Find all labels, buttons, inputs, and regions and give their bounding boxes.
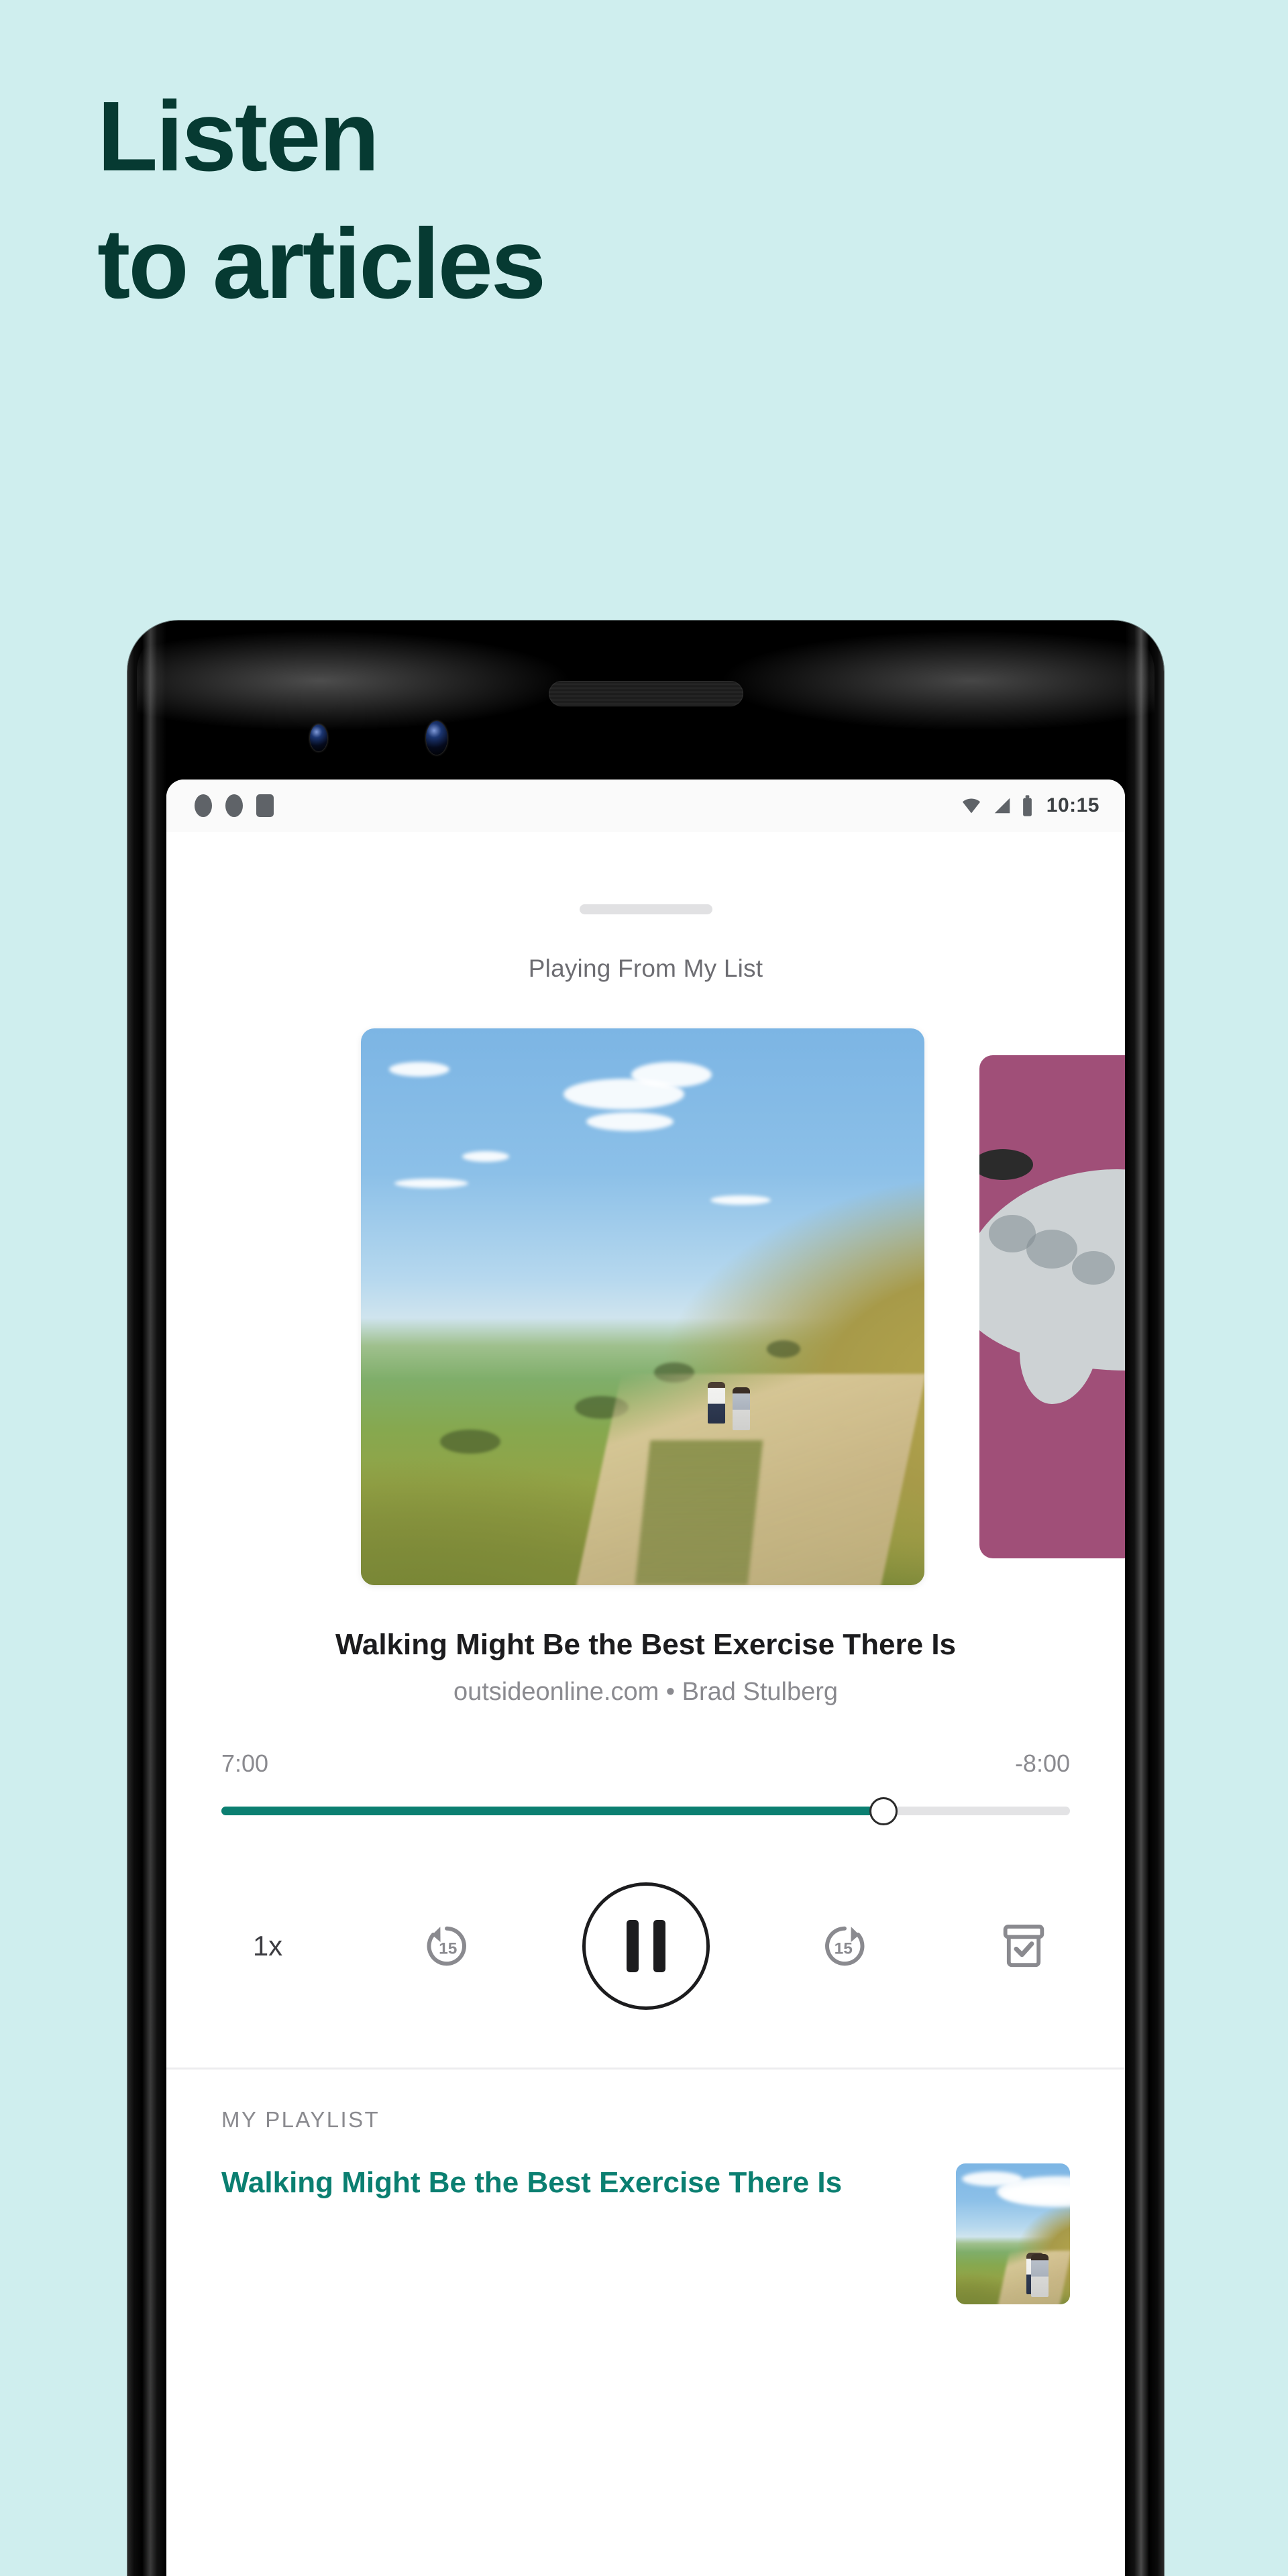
status-bar: 10:15 [166, 780, 1125, 832]
bush-shape [439, 1429, 500, 1454]
thumbnail-photo [956, 2163, 1070, 2304]
artwork-photo [361, 1028, 924, 1585]
wifi-icon [962, 798, 980, 814]
hiker-figure [733, 1387, 751, 1431]
sheet-drag-handle[interactable] [579, 904, 712, 914]
notification-dot-icon [225, 794, 243, 817]
notification-icons [195, 794, 274, 817]
track-meta: outsideonline.com • Brad Stulberg [453, 1677, 839, 1706]
track-title: Walking Might Be the Best Exercise There… [335, 1628, 957, 1661]
next-artwork[interactable] [979, 1055, 1125, 1558]
playlist-item-title: Walking Might Be the Best Exercise There… [221, 2165, 843, 2199]
notification-square-icon [256, 794, 274, 817]
hiker-figure [707, 1382, 725, 1424]
headline-line-1: Listen [97, 81, 380, 192]
status-bar-clock: 10:15 [1046, 794, 1099, 816]
svg-text:15: 15 [439, 1939, 457, 1957]
forward-15-icon: 15 [825, 1926, 865, 1966]
hiker-figure [1031, 2254, 1049, 2298]
playlist-item-thumbnail [956, 2163, 1070, 2304]
cloud-shape [586, 1112, 674, 1131]
svg-text:15: 15 [835, 1939, 853, 1957]
illustration-dot [1072, 1251, 1115, 1285]
illustration-dot [1026, 1230, 1077, 1269]
phone-screen: 10:15 Playing From My List Walking Might… [166, 780, 1125, 2576]
cloud-shape [394, 1179, 469, 1189]
pause-bar-left [626, 1919, 639, 1972]
time-labels: 7:00 -8:00 [166, 1750, 1125, 1778]
replay-15-icon: 15 [427, 1926, 466, 1966]
play-pause-button[interactable] [582, 1882, 710, 2010]
artwork-carousel[interactable] [166, 1028, 1125, 1585]
cloud-shape [631, 1061, 712, 1087]
notification-dot-icon [195, 794, 212, 817]
rewind-15-button[interactable]: 15 [403, 1918, 490, 1974]
pause-bar-right [653, 1919, 665, 1972]
bush-shape [766, 1340, 800, 1358]
progress-knob[interactable] [869, 1796, 898, 1825]
headline-line-2: to articles [97, 209, 546, 319]
progress-fill [221, 1807, 883, 1816]
signal-icon [994, 798, 1010, 814]
front-camera-secondary-icon [426, 721, 447, 755]
phone-mockup: 10:15 Playing From My List Walking Might… [127, 621, 1164, 2576]
status-indicators: 10:15 [960, 794, 1099, 817]
illustration-hat [979, 1149, 1033, 1180]
elapsed-time: 7:00 [221, 1749, 269, 1777]
playlist-item[interactable]: Walking Might Be the Best Exercise There… [166, 2133, 1125, 2304]
cloud-shape [462, 1150, 510, 1162]
front-camera-icon [310, 724, 327, 751]
battery-icon [1022, 795, 1032, 816]
progress-slider[interactable] [221, 1796, 1070, 1825]
speaker-grille-icon [548, 681, 743, 706]
illustration-tail [1020, 1277, 1100, 1404]
forward-15-button[interactable]: 15 [801, 1918, 888, 1974]
playing-from-label: Playing From My List [528, 955, 763, 982]
playback-controls: 1x 15 15 [166, 1882, 1125, 2010]
cloud-shape [710, 1195, 771, 1205]
cloud-shape [389, 1061, 449, 1077]
remaining-time: -8:00 [1014, 1749, 1070, 1777]
archive-button[interactable] [980, 1919, 1067, 1974]
playlist-section-header: MY PLAYLIST [221, 2106, 380, 2132]
cloud-shape [961, 2171, 1022, 2187]
playback-speed-button[interactable]: 1x [224, 1930, 311, 1962]
archive-check-icon [1003, 1924, 1044, 1967]
current-artwork[interactable] [361, 1028, 924, 1585]
promo-headline: Listen to articles [97, 87, 1036, 314]
trail-median [635, 1440, 763, 1585]
